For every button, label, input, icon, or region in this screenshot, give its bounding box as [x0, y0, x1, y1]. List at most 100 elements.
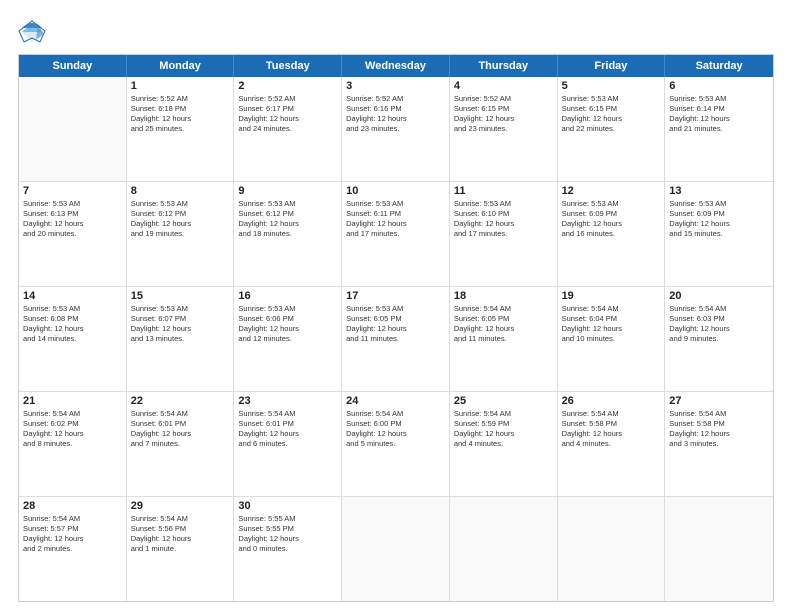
calendar-cell: 20 Sunrise: 5:54 AMSunset: 6:03 PMDayligh…	[665, 287, 773, 391]
calendar-row-3: 14 Sunrise: 5:53 AMSunset: 6:08 PMDayligh…	[19, 287, 773, 392]
day-number: 28	[23, 500, 122, 512]
header-day-thursday: Thursday	[450, 55, 558, 77]
calendar-cell: 18Sunrise: 5:54 AMSunset: 6:05 PMDayligh…	[450, 287, 558, 391]
cell-info: Sunrise: 5:53 AMSunset: 6:14 PMDaylight:…	[669, 94, 769, 135]
day-number: 13	[669, 185, 769, 197]
calendar-cell: 1 Sunrise: 5:52 AMSunset: 6:18 PMDaylight…	[127, 77, 235, 181]
header-day-wednesday: Wednesday	[342, 55, 450, 77]
cell-info: Sunrise: 5:54 AMSunset: 5:56 PMDaylight:…	[131, 514, 230, 555]
day-number: 23	[238, 395, 337, 407]
day-number: 16	[238, 290, 337, 302]
day-number: 19	[562, 290, 661, 302]
calendar-row-4: 21 Sunrise: 5:54 AMSunset: 6:02 PMDayligh…	[19, 392, 773, 497]
day-number: 17	[346, 290, 445, 302]
day-number: 20	[669, 290, 769, 302]
page-header	[18, 18, 774, 46]
cell-info: Sunrise: 5:53 AMSunset: 6:06 PMDaylight:…	[238, 304, 337, 345]
calendar-cell: 5 Sunrise: 5:53 AMSunset: 6:15 PMDaylight…	[558, 77, 666, 181]
cell-info: Sunrise: 5:53 AMSunset: 6:05 PMDaylight:…	[346, 304, 445, 345]
day-number: 27	[669, 395, 769, 407]
logo-icon	[18, 18, 46, 46]
cell-info: Sunrise: 5:54 AMSunset: 6:01 PMDaylight:…	[238, 409, 337, 450]
calendar-cell: 12 Sunrise: 5:53 AMSunset: 6:09 PMDayligh…	[558, 182, 666, 286]
calendar-cell	[19, 77, 127, 181]
calendar-cell	[558, 497, 666, 601]
header-day-saturday: Saturday	[665, 55, 773, 77]
cell-info: Sunrise: 5:52 AMSunset: 6:17 PMDaylight:…	[238, 94, 337, 135]
calendar-cell: 28 Sunrise: 5:54 AMSunset: 5:57 PMDayligh…	[19, 497, 127, 601]
day-number: 2	[238, 80, 337, 92]
day-number: 21	[23, 395, 122, 407]
cell-info: Sunrise: 5:54 AMSunset: 5:59 PMDaylight:…	[454, 409, 553, 450]
header-day-friday: Friday	[558, 55, 666, 77]
day-number: 24	[346, 395, 445, 407]
calendar-cell: 27 Sunrise: 5:54 AMSunset: 5:58 PMDayligh…	[665, 392, 773, 496]
cell-info: Sunrise: 5:54 AMSunset: 6:01 PMDaylight:…	[131, 409, 230, 450]
cell-info: Sunrise: 5:54 AMSunset: 5:58 PMDaylight:…	[562, 409, 661, 450]
calendar-row-2: 7 Sunrise: 5:53 AMSunset: 6:13 PMDaylight…	[19, 182, 773, 287]
cell-info: Sunrise: 5:55 AMSunset: 5:55 PMDaylight:…	[238, 514, 337, 555]
calendar-cell: 29 Sunrise: 5:54 AMSunset: 5:56 PMDayligh…	[127, 497, 235, 601]
day-number: 1	[131, 80, 230, 92]
day-number: 7	[23, 185, 122, 197]
cell-info: Sunrise: 5:54 AMSunset: 6:00 PMDaylight:…	[346, 409, 445, 450]
cell-info: Sunrise: 5:53 AMSunset: 6:08 PMDaylight:…	[23, 304, 122, 345]
calendar-cell: 6 Sunrise: 5:53 AMSunset: 6:14 PMDaylight…	[665, 77, 773, 181]
calendar-cell: 13 Sunrise: 5:53 AMSunset: 6:09 PMDayligh…	[665, 182, 773, 286]
cell-info: Sunrise: 5:52 AMSunset: 6:18 PMDaylight:…	[131, 94, 230, 135]
day-number: 4	[454, 80, 553, 92]
cell-info: Sunrise: 5:54 AMSunset: 6:03 PMDaylight:…	[669, 304, 769, 345]
cell-info: Sunrise: 5:53 AMSunset: 6:07 PMDaylight:…	[131, 304, 230, 345]
day-number: 29	[131, 500, 230, 512]
calendar-cell: 3Sunrise: 5:52 AMSunset: 6:16 PMDaylight…	[342, 77, 450, 181]
day-number: 9	[238, 185, 337, 197]
calendar-cell: 9 Sunrise: 5:53 AMSunset: 6:12 PMDaylight…	[234, 182, 342, 286]
day-number: 5	[562, 80, 661, 92]
calendar-cell: 16 Sunrise: 5:53 AMSunset: 6:06 PMDayligh…	[234, 287, 342, 391]
day-number: 15	[131, 290, 230, 302]
day-number: 25	[454, 395, 553, 407]
cell-info: Sunrise: 5:52 AMSunset: 6:15 PMDaylight:…	[454, 94, 553, 135]
cell-info: Sunrise: 5:53 AMSunset: 6:15 PMDaylight:…	[562, 94, 661, 135]
day-number: 22	[131, 395, 230, 407]
logo	[18, 18, 49, 46]
day-number: 6	[669, 80, 769, 92]
header-day-tuesday: Tuesday	[234, 55, 342, 77]
calendar-cell: 4 Sunrise: 5:52 AMSunset: 6:15 PMDaylight…	[450, 77, 558, 181]
calendar-row-1: 1 Sunrise: 5:52 AMSunset: 6:18 PMDaylight…	[19, 77, 773, 182]
calendar-cell: 30Sunrise: 5:55 AMSunset: 5:55 PMDayligh…	[234, 497, 342, 601]
calendar-cell: 25 Sunrise: 5:54 AMSunset: 5:59 PMDayligh…	[450, 392, 558, 496]
calendar-cell: 15 Sunrise: 5:53 AMSunset: 6:07 PMDayligh…	[127, 287, 235, 391]
cell-info: Sunrise: 5:53 AMSunset: 6:13 PMDaylight:…	[23, 199, 122, 240]
calendar-cell: 14 Sunrise: 5:53 AMSunset: 6:08 PMDayligh…	[19, 287, 127, 391]
calendar-cell: 26 Sunrise: 5:54 AMSunset: 5:58 PMDayligh…	[558, 392, 666, 496]
cell-info: Sunrise: 5:54 AMSunset: 6:04 PMDaylight:…	[562, 304, 661, 345]
calendar-cell: 2 Sunrise: 5:52 AMSunset: 6:17 PMDaylight…	[234, 77, 342, 181]
calendar-cell: 23 Sunrise: 5:54 AMSunset: 6:01 PMDayligh…	[234, 392, 342, 496]
calendar-row-5: 28 Sunrise: 5:54 AMSunset: 5:57 PMDayligh…	[19, 497, 773, 601]
calendar-cell: 19 Sunrise: 5:54 AMSunset: 6:04 PMDayligh…	[558, 287, 666, 391]
cell-info: Sunrise: 5:52 AMSunset: 6:16 PMDaylight:…	[346, 94, 445, 135]
day-number: 12	[562, 185, 661, 197]
cell-info: Sunrise: 5:53 AMSunset: 6:10 PMDaylight:…	[454, 199, 553, 240]
calendar-cell	[450, 497, 558, 601]
calendar: SundayMondayTuesdayWednesdayThursdayFrid…	[18, 54, 774, 602]
day-number: 14	[23, 290, 122, 302]
calendar-cell: 17 Sunrise: 5:53 AMSunset: 6:05 PMDayligh…	[342, 287, 450, 391]
cell-info: Sunrise: 5:54 AMSunset: 5:58 PMDaylight:…	[669, 409, 769, 450]
header-day-sunday: Sunday	[19, 55, 127, 77]
cell-info: Sunrise: 5:53 AMSunset: 6:12 PMDaylight:…	[131, 199, 230, 240]
calendar-body: 1 Sunrise: 5:52 AMSunset: 6:18 PMDaylight…	[19, 77, 773, 601]
cell-info: Sunrise: 5:53 AMSunset: 6:09 PMDaylight:…	[562, 199, 661, 240]
calendar-header: SundayMondayTuesdayWednesdayThursdayFrid…	[19, 55, 773, 77]
calendar-cell	[665, 497, 773, 601]
day-number: 26	[562, 395, 661, 407]
calendar-cell: 24 Sunrise: 5:54 AMSunset: 6:00 PMDayligh…	[342, 392, 450, 496]
day-number: 11	[454, 185, 553, 197]
calendar-cell: 10Sunrise: 5:53 AMSunset: 6:11 PMDayligh…	[342, 182, 450, 286]
cell-info: Sunrise: 5:54 AMSunset: 5:57 PMDaylight:…	[23, 514, 122, 555]
day-number: 8	[131, 185, 230, 197]
cell-info: Sunrise: 5:53 AMSunset: 6:09 PMDaylight:…	[669, 199, 769, 240]
cell-info: Sunrise: 5:53 AMSunset: 6:12 PMDaylight:…	[238, 199, 337, 240]
cell-info: Sunrise: 5:54 AMSunset: 6:02 PMDaylight:…	[23, 409, 122, 450]
